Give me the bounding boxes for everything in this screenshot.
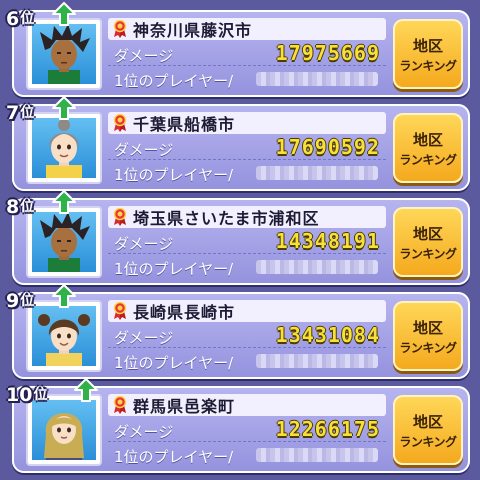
avatar-portrait [40,212,90,272]
top-player-label: 1位のプレイヤー/ [114,166,234,184]
region-name: 埼玉県さいたま市浦和区 [133,209,320,228]
region-ranking-button-line1: 地区 [412,36,443,55]
rank-badge: 6 位 [6,0,34,30]
top-player-label: 1位のプレイヤー/ [114,354,234,372]
avatar-portrait [44,413,84,460]
ranking-card-7: 7 位 千葉県船橋市 ダメージ 17690592 1位のプレイヤー/ 地区 ラン… [6,96,470,191]
region-ranking-button-line1: 地区 [412,130,443,149]
rank-badge: 8 位 [6,188,34,218]
region-ranking-button[interactable]: 地区 ランキング [393,301,463,371]
damage-row: ダメージ 17690592 [108,135,386,160]
top-player-row: 1位のプレイヤー/ [108,350,386,372]
rank-up-arrow-icon [52,190,76,214]
region-header: 長崎県長崎市 [108,300,386,322]
damage-value: 17690592 [275,135,380,159]
rank-up-arrow-icon [52,96,76,120]
rank-unit: 位 [20,293,35,309]
region-ranking-button[interactable]: 地区 ランキング [393,19,463,89]
rank-up-arrow-icon [74,378,98,402]
masked-player-name [256,354,378,368]
medal-ribbon-icon [113,302,127,320]
damage-row: ダメージ 12266175 [108,417,386,442]
rank-number: 8 [6,196,20,218]
rank-badge: 7 位 [6,94,34,124]
damage-row: ダメージ 17975669 [108,41,386,66]
avatar-portrait [38,314,90,366]
region-name: 神奈川県藤沢市 [133,21,253,40]
rank-unit: 位 [33,387,48,403]
rank-number: 7 [6,102,20,124]
avatar-portrait [46,119,82,178]
masked-player-name [256,72,378,86]
top-player-row: 1位のプレイヤー/ [108,162,386,184]
region-ranking-button-line2: ランキング [399,58,457,73]
damage-label: ダメージ [114,141,174,159]
region-name: 長崎県長崎市 [133,303,236,322]
player-avatar [26,206,102,278]
damage-label: ダメージ [114,47,174,65]
rank-unit: 位 [20,199,35,215]
damage-value: 12266175 [275,417,380,441]
masked-player-name [256,448,378,462]
medal-ribbon-icon [113,208,127,226]
rank-badge: 10 位 [6,376,47,406]
top-player-label: 1位のプレイヤー/ [114,448,234,466]
region-ranking-button-line1: 地区 [412,412,443,431]
damage-label: ダメージ [114,235,174,253]
avatar-portrait [40,24,90,84]
region-ranking-button-line2: ランキング [399,340,457,355]
region-ranking-button-line1: 地区 [412,318,443,337]
region-header: 神奈川県藤沢市 [108,18,386,40]
ranking-list: 6 位 神奈川県藤沢市 ダメージ 17975669 1位のプレイヤー/ 地区 ラ… [0,0,480,480]
damage-value: 17975669 [275,41,380,65]
region-ranking-button[interactable]: 地区 ランキング [393,113,463,183]
region-name: 群馬県邑楽町 [133,397,236,416]
ranking-card-8: 8 位 埼玉県さいたま市浦和区 ダメージ 14348191 1位のプレイヤー/ … [6,190,470,285]
damage-value: 13431084 [275,323,380,347]
rank-number: 10 [6,384,33,406]
region-header: 千葉県船橋市 [108,112,386,134]
region-ranking-button[interactable]: 地区 ランキング [393,207,463,277]
rank-badge: 9 位 [6,282,34,312]
top-player-row: 1位のプレイヤー/ [108,256,386,278]
rank-number: 6 [6,8,20,30]
region-header: 群馬県邑楽町 [108,394,386,416]
region-name: 千葉県船橋市 [133,115,236,134]
region-ranking-button-line1: 地区 [412,224,443,243]
player-avatar [26,18,102,90]
rank-up-arrow-icon [52,284,76,308]
top-player-label: 1位のプレイヤー/ [114,72,234,90]
rank-number: 9 [6,290,20,312]
player-avatar [26,300,102,372]
damage-label: ダメージ [114,423,174,441]
rank-unit: 位 [20,11,35,27]
masked-player-name [256,166,378,180]
ranking-card-6: 6 位 神奈川県藤沢市 ダメージ 17975669 1位のプレイヤー/ 地区 ラ… [6,2,470,97]
top-player-row: 1位のプレイヤー/ [108,444,386,466]
damage-row: ダメージ 13431084 [108,323,386,348]
rank-unit: 位 [20,105,35,121]
ranking-card-9: 9 位 長崎県長崎市 ダメージ 13431084 1位のプレイヤー/ 地区 ラン… [6,284,470,379]
medal-ribbon-icon [113,396,127,414]
region-header: 埼玉県さいたま市浦和区 [108,206,386,228]
damage-label: ダメージ [114,329,174,347]
ranking-card-10: 10 位 群馬県邑楽町 ダメージ 12266175 1位のプレイヤー/ 地区 ラ… [6,378,470,473]
medal-ribbon-icon [113,114,127,132]
region-ranking-button-line2: ランキング [399,152,457,167]
top-player-label: 1位のプレイヤー/ [114,260,234,278]
masked-player-name [256,260,378,274]
top-player-row: 1位のプレイヤー/ [108,68,386,90]
region-ranking-button-line2: ランキング [399,246,457,261]
damage-value: 14348191 [275,229,380,253]
region-ranking-button-line2: ランキング [399,434,457,449]
region-ranking-button[interactable]: 地区 ランキング [393,395,463,465]
damage-row: ダメージ 14348191 [108,229,386,254]
player-avatar [26,112,102,184]
medal-ribbon-icon [113,20,127,38]
rank-up-arrow-icon [52,2,76,26]
